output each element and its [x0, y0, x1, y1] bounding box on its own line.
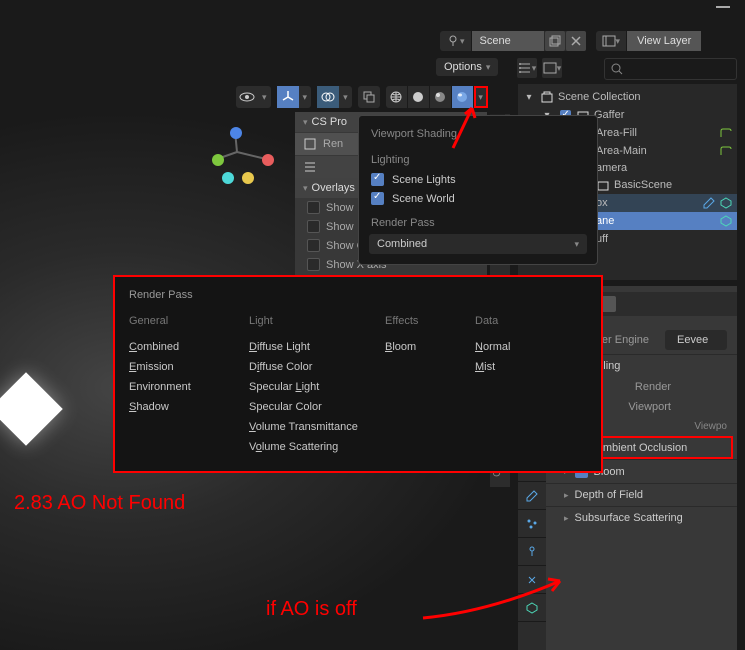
overlay-toggle[interactable] [317, 86, 339, 108]
layer-browse-icon[interactable] [596, 31, 628, 51]
pass-environment[interactable]: Environment [129, 377, 229, 397]
col-effects-header: Effects [385, 315, 455, 327]
pass-emission[interactable]: Emission [129, 357, 229, 377]
scene-name-field[interactable]: Scene [472, 31, 544, 51]
pass-combined[interactable]: Combined [129, 337, 229, 357]
pass-shadow[interactable]: Shadow [129, 397, 229, 417]
delete-scene-button[interactable] [566, 31, 586, 51]
visibility-dropdown[interactable] [236, 86, 271, 108]
gizmo-z-icon[interactable] [230, 127, 242, 139]
pass-volume-scatter[interactable]: Volume Scattering [249, 437, 365, 457]
shading-wireframe[interactable] [386, 86, 408, 108]
search-icon [611, 63, 623, 75]
render-pass-label: Render Pass [359, 214, 597, 232]
viewport-shading-popup: Viewport Shading Lighting Scene Lights S… [358, 115, 598, 265]
render-pass-menu: Render Pass General Combined Emission En… [113, 275, 603, 473]
minimize-icon[interactable] [716, 6, 730, 8]
gizmo-x-icon[interactable] [262, 154, 274, 166]
tree-scene-collection[interactable]: ▾Scene Collection [518, 88, 737, 106]
pass-bloom[interactable]: Bloom [385, 337, 455, 357]
proptab-data[interactable] [518, 594, 546, 622]
proptab-particles[interactable] [518, 510, 546, 538]
pass-specular-color[interactable]: Specular Color [249, 397, 365, 417]
display-mode-icon[interactable] [542, 58, 562, 78]
pass-volume-trans[interactable]: Volume Transmittance [249, 417, 365, 437]
proptab-modifier[interactable] [518, 482, 546, 510]
outliner-editor-icon[interactable] [517, 58, 537, 78]
scene-header-bar: Scene View Layer [440, 30, 737, 52]
shading-solid[interactable] [408, 86, 430, 108]
proptab-physics[interactable] [518, 538, 546, 566]
sss-section[interactable]: ▸Subsurface Scattering [546, 506, 737, 529]
depth-of-field-section[interactable]: ▸Depth of Field [546, 483, 737, 506]
gizmo-toggle[interactable] [277, 86, 299, 108]
scene-world-check[interactable]: Scene World [359, 189, 597, 208]
pass-normal[interactable]: Normal [475, 337, 535, 357]
pass-specular-light[interactable]: Specular Light [249, 377, 365, 397]
navigation-gizmo[interactable] [210, 122, 270, 182]
scene-lights-check[interactable]: Scene Lights [359, 170, 597, 189]
gizmo-negy-icon[interactable] [242, 172, 254, 184]
col-data-header: Data [475, 315, 535, 327]
options-dropdown[interactable]: Options [436, 58, 498, 76]
new-scene-button[interactable] [545, 31, 565, 51]
pass-diffuse-color[interactable]: Diffuse Color [249, 357, 365, 377]
lighting-header: Lighting [359, 150, 597, 170]
pass-diffuse-light[interactable]: Diffuse Light [249, 337, 365, 357]
col-light-header: Light [249, 315, 365, 327]
render-pass-field[interactable]: Combined [369, 234, 587, 254]
shading-options-chevron[interactable] [474, 86, 488, 108]
viewlayer-name-field[interactable]: View Layer [627, 31, 701, 51]
gizmo-y-icon[interactable] [212, 154, 224, 166]
gizmo-negx-icon[interactable] [222, 172, 234, 184]
outliner-search[interactable] [604, 58, 737, 80]
shading-title: Viewport Shading [359, 124, 597, 144]
annotation-if-off: if AO is off [266, 598, 357, 621]
xray-toggle[interactable] [358, 86, 380, 108]
col-general-header: General [129, 315, 229, 327]
render-engine-select[interactable]: Eevee [665, 330, 727, 350]
render-pass-title: Render Pass [129, 289, 587, 301]
proptab-constraints[interactable] [518, 566, 546, 594]
shading-rendered[interactable] [452, 86, 474, 108]
pass-mist[interactable]: Mist [475, 357, 535, 377]
mesh-object [0, 372, 63, 446]
scene-pin-icon[interactable] [440, 31, 472, 51]
shading-material[interactable] [430, 86, 452, 108]
annotation-not-found: 2.83 AO Not Found [14, 492, 185, 515]
